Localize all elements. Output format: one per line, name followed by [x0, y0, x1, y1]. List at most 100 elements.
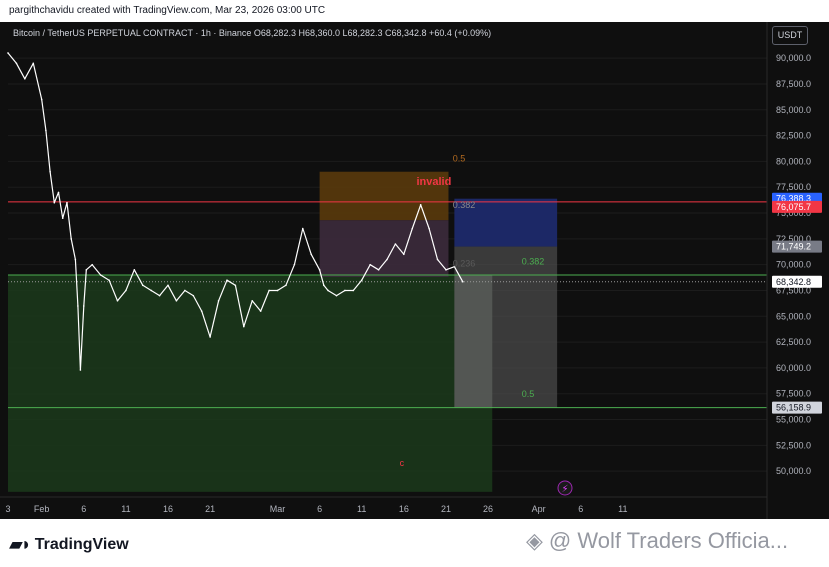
price-tag-3: 68,342.8: [776, 277, 811, 287]
price-point-5: [45, 129, 47, 132]
currency-button[interactable]: USDT: [772, 26, 808, 45]
x-tick-label-13: 6: [578, 504, 583, 514]
x-tick-label-11: 26: [483, 504, 493, 514]
annotation-2: 0.382: [453, 200, 476, 210]
price-point-15: [83, 305, 85, 307]
price-point-28: [184, 289, 186, 292]
price-point-62: [462, 280, 464, 283]
price-point-11: [70, 238, 72, 240]
x-tick-label-7: 6: [317, 504, 322, 514]
price-point-1: [15, 62, 18, 65]
price-point-40: [285, 284, 287, 287]
price-point-12: [74, 258, 77, 261]
price-point-30: [200, 310, 203, 312]
price-point-6: [49, 170, 51, 173]
price-point-58: [428, 227, 430, 230]
y-tick-label-4: 60,000.0: [776, 363, 811, 373]
price-point-56: [411, 227, 414, 230]
watermark: ◈ @ Wolf Traders Officia...: [526, 528, 788, 554]
price-point-7: [53, 201, 56, 204]
chart-panel[interactable]: 0.5 invalid 0.382 0.236 0.382 0.5 c ⚡ 50,000.0 52…: [0, 22, 829, 519]
annotation-1: invalid: [416, 176, 451, 188]
price-point-43: [310, 253, 313, 256]
price-point-27: [175, 300, 178, 302]
price-point-24: [150, 289, 152, 292]
y-tick-label-13: 82,500.0: [776, 131, 811, 141]
price-point-38: [268, 289, 270, 292]
y-tick-label-0: 50,000.0: [776, 466, 811, 476]
price-point-17: [91, 263, 94, 266]
price-tag-1: 76,075.7: [776, 202, 811, 212]
zone-gray2: [454, 274, 493, 408]
price-point-4: [40, 98, 43, 101]
price-point-16: [85, 269, 88, 271]
price-tag-2: 71,749.2: [776, 242, 811, 252]
price-point-35: [243, 325, 245, 328]
price-point-59: [436, 258, 439, 261]
price-point-0: [7, 52, 9, 54]
price-point-60: [445, 269, 447, 271]
price-point-26: [167, 284, 169, 287]
price-point-41: [293, 263, 296, 266]
watermark-text: @ Wolf Traders Officia...: [548, 528, 789, 553]
price-point-55: [403, 253, 405, 256]
price-point-32: [217, 300, 220, 302]
y-tick-label-8: 70,000.0: [776, 260, 811, 270]
chart-svg[interactable]: 0.5 invalid 0.382 0.236 0.382 0.5 c ⚡ 50,000.0 52…: [0, 22, 829, 519]
x-tick-label-9: 16: [399, 504, 409, 514]
symbol-legend: Bitcoin / TetherUS PERPETUAL CONTRACT · …: [13, 28, 492, 38]
price-point-52: [377, 269, 380, 271]
price-point-49: [352, 289, 355, 292]
price-point-8: [57, 191, 60, 194]
diamond-logo-icon: ◈: [526, 528, 543, 553]
x-tick-label-5: 21: [205, 504, 215, 514]
price-point-42: [301, 227, 304, 230]
x-tick-label-3: 11: [121, 504, 130, 514]
y-tick-label-16: 90,000.0: [776, 53, 811, 63]
price-point-46: [327, 289, 329, 292]
price-point-22: [133, 269, 136, 271]
price-tag-4: 56,158.9: [776, 403, 811, 413]
annotation-4: 0.382: [522, 257, 545, 267]
price-point-57: [419, 203, 422, 206]
price-point-20: [116, 300, 119, 302]
x-tick-label-0: 3: [5, 504, 10, 514]
y-tick-label-15: 87,500.0: [776, 79, 811, 89]
x-tick-label-10: 21: [441, 504, 451, 514]
price-point-10: [66, 201, 68, 204]
lightning-icon: ⚡: [562, 484, 569, 495]
price-point-34: [234, 284, 237, 287]
price-point-2: [24, 77, 26, 80]
price-point-39: [276, 289, 279, 292]
x-tick-label-8: 11: [357, 504, 366, 514]
price-point-3: [32, 62, 35, 65]
price-point-45: [323, 284, 325, 287]
price-point-48: [344, 289, 346, 292]
price-point-29: [192, 294, 195, 297]
x-tick-label-6: Mar: [270, 504, 286, 514]
price-point-44: [318, 269, 321, 271]
price-point-23: [141, 284, 144, 287]
price-point-47: [335, 294, 338, 297]
x-tick-label-4: 16: [163, 504, 173, 514]
y-tick-label-14: 85,000.0: [776, 105, 811, 115]
price-point-25: [158, 294, 161, 297]
price-point-53: [386, 258, 388, 261]
y-tick-label-5: 62,500.0: [776, 337, 811, 347]
y-tick-label-12: 80,000.0: [776, 156, 811, 166]
price-point-14: [79, 369, 82, 371]
tradingview-logo: ▰◗ TradingView: [9, 534, 129, 555]
y-tick-label-3: 57,500.0: [776, 389, 811, 399]
x-tick-label-12: Apr: [532, 504, 546, 514]
y-tick-label-1: 52,500.0: [776, 440, 811, 450]
footer-bar: ▰◗ TradingView ◈ @ Wolf Traders Officia.…: [0, 519, 829, 567]
price-point-37: [259, 310, 262, 312]
price-point-50: [360, 279, 363, 281]
annotation-6: c: [400, 458, 405, 468]
price-point-19: [108, 279, 110, 281]
annotation-0: 0.5: [453, 153, 466, 163]
annotation-5: 0.5: [522, 389, 535, 399]
top-bar: pargithchavidu created with TradingView.…: [0, 0, 829, 22]
y-tick-label-6: 65,000.0: [776, 311, 811, 321]
price-point-13: [77, 305, 79, 307]
